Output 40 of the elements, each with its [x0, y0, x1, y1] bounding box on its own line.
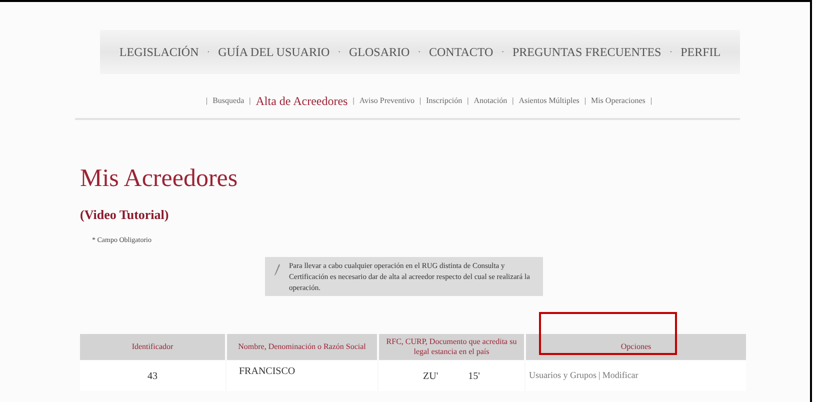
option-link[interactable]: Usuarios y Grupos — [529, 369, 596, 383]
column-header: Nombre, Denominación o Razón Social — [227, 334, 377, 360]
link-separator: | — [598, 369, 600, 382]
nav-separator: · — [338, 46, 341, 60]
nav-link[interactable]: PERFIL — [680, 43, 721, 61]
nav-separator: | — [512, 95, 514, 107]
sub-nav-link[interactable]: Mis Operaciones — [590, 95, 646, 107]
sub-nav-link[interactable]: Anotación — [474, 95, 508, 107]
nav-link[interactable]: CONTACTO — [429, 43, 494, 61]
sub-nav-link[interactable]: Inscripción — [426, 95, 462, 107]
nav-separator: | — [420, 95, 422, 107]
sub-nav-link[interactable]: Asientos Múltiples — [518, 95, 580, 107]
nav-separator: | — [206, 95, 208, 107]
table-cell: 43 — [80, 361, 225, 391]
nav-link[interactable]: GUÍA DEL USUARIO — [218, 43, 330, 61]
sub-nav-link[interactable]: Aviso Preventivo — [359, 95, 415, 107]
nav-link[interactable]: PREGUNTAS FRECUENTES — [512, 43, 662, 61]
table-cell-text: 15' — [468, 370, 480, 384]
nav-separator: · — [418, 46, 421, 60]
pencil-icon — [273, 263, 281, 277]
nav-separator: | — [249, 95, 251, 107]
nav-separator: | — [650, 95, 652, 107]
nav-separator: · — [501, 46, 504, 60]
table-cell: FRANCISCO — [227, 361, 377, 391]
column-header: Identificador — [80, 334, 225, 360]
sub-nav-link[interactable]: Busqueda — [212, 95, 244, 107]
option-link[interactable]: Modificar — [602, 369, 638, 383]
nav-link[interactable]: GLOSARIO — [348, 43, 410, 61]
nav-separator: | — [352, 95, 354, 107]
nav-link[interactable]: LEGISLACIÓN — [119, 43, 199, 61]
nav-separator: | — [584, 95, 586, 107]
table-cell-text: ZU' — [423, 370, 438, 384]
nav-separator: · — [669, 46, 673, 60]
video-tutorial-link[interactable]: (Video Tutorial) — [80, 205, 169, 224]
column-header: Opciones — [526, 334, 746, 360]
nav-separator: · — [206, 46, 210, 60]
sub-nav-link[interactable]: Alta de Acreedores — [256, 92, 348, 110]
nav-separator: | — [467, 95, 469, 107]
column-header: RFC, CURP, Documento que acredita su legal estancia en el país — [379, 334, 524, 360]
page-title: Mis Acreedores — [80, 166, 238, 191]
